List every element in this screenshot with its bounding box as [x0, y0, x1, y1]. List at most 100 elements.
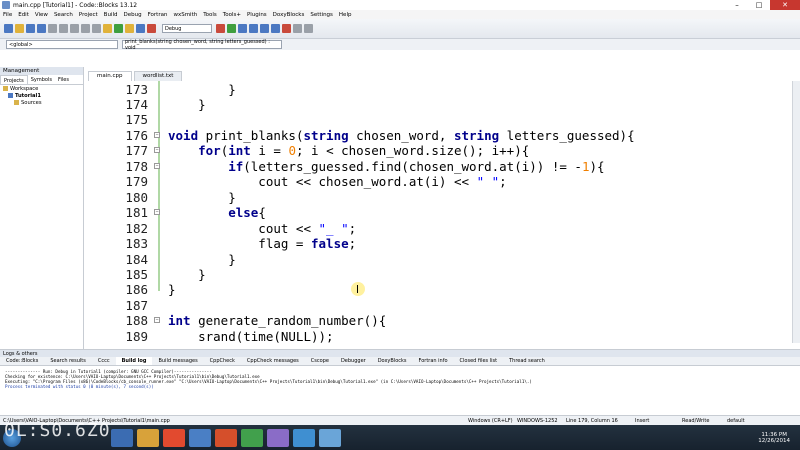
tab-thread-search[interactable]: Thread search — [503, 357, 551, 365]
tab-cscope[interactable]: Cscope — [305, 357, 335, 365]
project-icon — [8, 93, 13, 98]
logs-tabs: Code::Blocks Search results Cccc Build l… — [0, 357, 800, 366]
code-line: 188− int generate_random_number(){ — [125, 313, 387, 328]
debug-continue-icon[interactable] — [227, 24, 236, 33]
taskbar-firefox-icon[interactable] — [215, 428, 237, 447]
build-log-text: -------------- Run: Debug in Tutorial1 (… — [5, 369, 532, 389]
menu-tools[interactable]: Tools — [200, 12, 220, 18]
undo-icon[interactable] — [81, 24, 90, 33]
status-mode: Insert — [635, 417, 650, 424]
code-editor[interactable]: 173 } 174 } 175 176− void print_blanks(st… — [88, 81, 792, 343]
tab-projects[interactable]: Projects — [0, 75, 28, 84]
taskbar-explorer-icon[interactable] — [111, 428, 133, 447]
menu-tools-plus[interactable]: Tools+ — [220, 12, 244, 18]
save-all-icon[interactable] — [37, 24, 46, 33]
next-line-icon[interactable] — [249, 24, 258, 33]
debug-info-icon[interactable] — [304, 24, 313, 33]
run-to-cursor-icon[interactable] — [238, 24, 247, 33]
new-file-icon[interactable] — [4, 24, 13, 33]
tab-fortran-info[interactable]: Fortran info — [413, 357, 454, 365]
debug-icon[interactable] — [216, 24, 225, 33]
copy-icon[interactable] — [59, 24, 68, 33]
tab-cppcheck[interactable]: CppCheck — [204, 357, 241, 365]
editor-tabs: main.cpp wordlist.txt — [88, 71, 184, 81]
tree-item-workspace[interactable]: Workspace — [0, 85, 83, 92]
menu-project[interactable]: Project — [76, 12, 101, 18]
code-line: 179 cout << chosen_word.at(i) << " "; — [125, 174, 507, 189]
code-line: 189 srand(time(NULL)); — [125, 329, 334, 343]
save-icon[interactable] — [26, 24, 35, 33]
function-select[interactable]: print_blanks(string chosen_word, string … — [122, 39, 282, 51]
menu-settings[interactable]: Settings — [307, 12, 336, 18]
debug-windows-icon[interactable] — [293, 24, 302, 33]
tab-wordlist-txt[interactable]: wordlist.txt — [133, 71, 183, 81]
taskbar-codeblocks-icon[interactable] — [319, 428, 341, 447]
fold-toggle-icon[interactable]: − — [154, 132, 160, 138]
scope-select[interactable]: <global> — [6, 40, 118, 49]
fold-toggle-icon[interactable]: − — [154, 147, 160, 153]
tree-item-project[interactable]: Tutorial1 — [0, 92, 83, 99]
tab-doxyblocks[interactable]: DoxyBlocks — [372, 357, 413, 365]
tab-cppcheck-messages[interactable]: CppCheck messages — [241, 357, 305, 365]
paste-icon[interactable] — [70, 24, 79, 33]
taskbar-app-icon-2[interactable] — [293, 428, 315, 447]
tab-build-log[interactable]: Build log — [115, 357, 153, 365]
fold-toggle-icon[interactable]: − — [154, 317, 160, 323]
taskbar-app-icon[interactable] — [267, 428, 289, 447]
step-into-icon[interactable] — [260, 24, 269, 33]
tab-build-messages[interactable]: Build messages — [152, 357, 203, 365]
build-icon[interactable] — [103, 24, 112, 33]
tab-debugger[interactable]: Debugger — [335, 357, 372, 365]
menu-view[interactable]: View — [32, 12, 51, 18]
cut-icon[interactable] — [48, 24, 57, 33]
menu-edit[interactable]: Edit — [15, 12, 32, 18]
taskbar-folder-icon[interactable] — [137, 428, 159, 447]
menu-debug[interactable]: Debug — [120, 12, 144, 18]
build-and-run-icon[interactable] — [125, 24, 134, 33]
minimize-button[interactable]: – — [726, 0, 748, 10]
abort-icon[interactable] — [147, 24, 156, 33]
menu-plugins[interactable]: Plugins — [244, 12, 270, 18]
menu-help[interactable]: Help — [336, 12, 355, 18]
menu-doxyblocks[interactable]: DoxyBlocks — [270, 12, 308, 18]
clock-date: 12/26/2014 — [758, 437, 790, 444]
tab-search-results[interactable]: Search results — [44, 357, 92, 365]
close-button[interactable]: ✕ — [770, 0, 800, 10]
status-position: Line 179, Column 16 — [566, 417, 618, 424]
rebuild-icon[interactable] — [136, 24, 145, 33]
code-line: 186} — [125, 282, 176, 297]
taskbar-browser-icon[interactable] — [189, 428, 211, 447]
tree-item-sources[interactable]: Sources — [0, 99, 83, 106]
window-controls: – □ ✕ — [726, 0, 800, 10]
management-title: Management — [0, 67, 83, 75]
tab-main-cpp[interactable]: main.cpp — [88, 71, 132, 81]
menu-wxsmith[interactable]: wxSmith — [170, 12, 200, 18]
tab-files[interactable]: Files — [55, 75, 72, 84]
run-icon[interactable] — [114, 24, 123, 33]
status-bar: C:\Users\VAIO-Laptop\Documents\C++ Proje… — [0, 415, 800, 425]
maximize-button[interactable]: □ — [748, 0, 770, 10]
build-target-select[interactable]: Debug — [162, 24, 212, 33]
redo-icon[interactable] — [92, 24, 101, 33]
logs-title: Logs & others — [0, 350, 800, 357]
window-title: main.cpp [Tutorial1] - Code::Blocks 13.1… — [13, 1, 138, 9]
editor-vertical-scrollbar[interactable] — [792, 81, 800, 343]
code-completion-bar: <global> print_blanks(string chosen_word… — [0, 39, 800, 51]
tab-symbols[interactable]: Symbols — [28, 75, 55, 84]
taskbar-chrome-icon[interactable] — [241, 428, 263, 447]
menu-build[interactable]: Build — [101, 12, 121, 18]
fold-toggle-icon[interactable]: − — [154, 209, 160, 215]
tab-codeblocks-log[interactable]: Code::Blocks — [0, 357, 44, 365]
tab-cccc[interactable]: Cccc — [92, 357, 116, 365]
menu-fortran[interactable]: Fortran — [145, 12, 171, 18]
menu-search[interactable]: Search — [51, 12, 76, 18]
fold-toggle-icon[interactable]: − — [154, 163, 160, 169]
step-out-icon[interactable] — [271, 24, 280, 33]
taskbar-media-icon[interactable] — [163, 428, 185, 447]
tab-closed-files[interactable]: Closed files list — [454, 357, 504, 365]
open-file-icon[interactable] — [15, 24, 24, 33]
project-tree: Workspace Tutorial1 Sources — [0, 85, 83, 106]
menu-file[interactable]: File — [0, 12, 15, 18]
stop-debugger-icon[interactable] — [282, 24, 291, 33]
system-tray-clock[interactable]: 11:36 PM 12/26/2014 — [758, 432, 800, 444]
